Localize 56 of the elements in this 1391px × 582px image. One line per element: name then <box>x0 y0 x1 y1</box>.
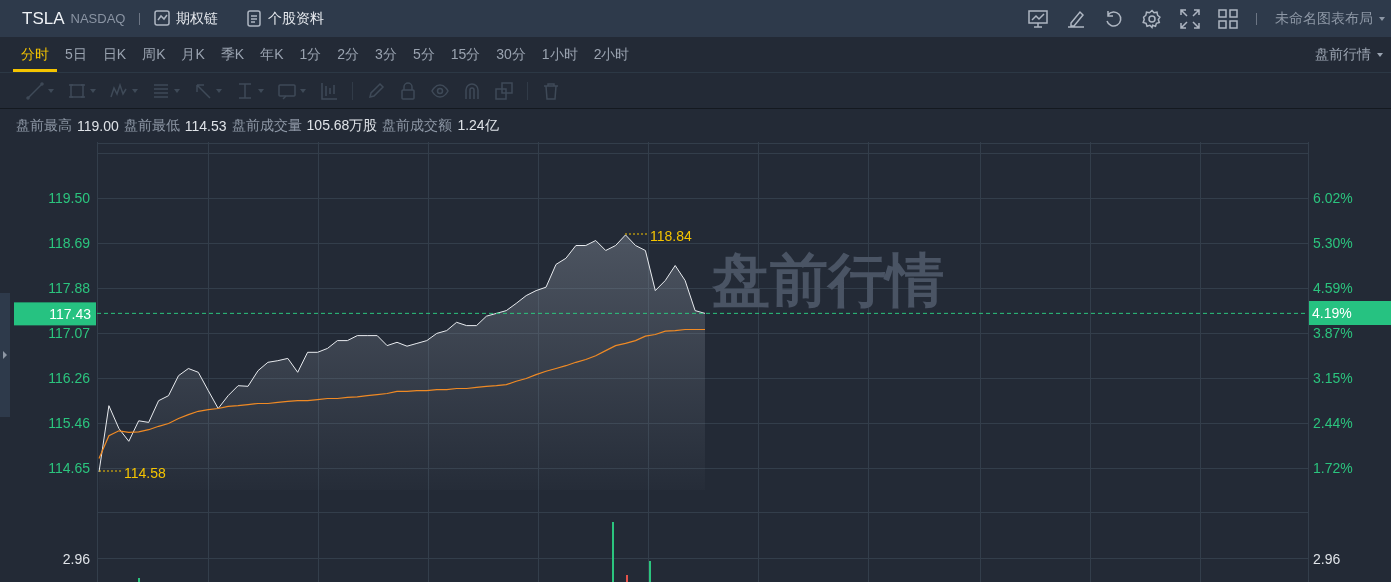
fullscreen-icon[interactable] <box>1180 8 1200 29</box>
price-tick: 114.65 <box>48 460 90 477</box>
stat-label: 盘前最低 <box>123 116 180 135</box>
monitor-chart-icon[interactable] <box>1028 8 1048 29</box>
timeframe-tab[interactable]: 2分 <box>329 37 368 72</box>
stat-label: 盘前成交额 <box>382 116 453 135</box>
exchange-name: NASDAQ <box>70 11 126 26</box>
timeframe-tab[interactable]: 1分 <box>291 37 330 72</box>
timeframe-tab[interactable]: 5日 <box>57 37 95 72</box>
stat-value: 114.53 <box>184 117 227 134</box>
percent-tick: 6.02% <box>1313 190 1353 206</box>
volume-tick: 2.96 <box>62 551 90 567</box>
document-icon <box>246 10 263 27</box>
grid-icon[interactable] <box>1218 8 1238 29</box>
timeframe-tab[interactable]: 3分 <box>367 37 405 72</box>
timeframe-tab[interactable]: 5分 <box>404 37 443 72</box>
refresh-icon[interactable] <box>1104 8 1124 29</box>
timeframe-tab[interactable]: 季K <box>212 37 253 72</box>
session-dropdown[interactable]: 盘前行情 <box>1315 37 1391 72</box>
current-change-label: 4.19% <box>1309 301 1391 325</box>
header-link[interactable]: 个股资料 <box>246 9 325 28</box>
stat-value: 1.24亿 <box>457 116 499 135</box>
price-tick: 119.50 <box>48 190 90 207</box>
timeframe-tab[interactable]: 周K <box>134 37 174 72</box>
volume-tick: 2.96 <box>1313 551 1341 567</box>
percent-tick: 3.87% <box>1313 325 1353 341</box>
stat-label: 盘前成交量 <box>231 116 302 135</box>
panel-toggle[interactable] <box>0 293 10 417</box>
price-tick: 116.26 <box>48 370 90 387</box>
header-link[interactable]: 期权链 <box>154 9 219 28</box>
timeframe-tab[interactable]: 2小时 <box>585 37 638 72</box>
percent-tick: 3.15% <box>1313 370 1353 386</box>
timeframe-tab[interactable]: 15分 <box>442 37 489 72</box>
ticker-symbol: TSLA <box>22 8 65 29</box>
percent-tick: 2.44% <box>1313 415 1353 431</box>
ref-line-label: 117.43 <box>49 306 92 323</box>
timeframe-tab[interactable]: 年K <box>252 37 292 72</box>
chart-doc-icon <box>154 10 171 27</box>
stat-label: 盘前最高 <box>16 116 72 135</box>
percent-tick: 5.30% <box>1313 235 1353 251</box>
settings-icon[interactable] <box>1142 8 1162 29</box>
current-price-label: 117.43 <box>14 302 96 326</box>
timeframe-tab[interactable]: 日K <box>94 37 135 72</box>
layout-dropdown[interactable]: 未命名图表布局 <box>1275 9 1385 28</box>
price-tick: 115.46 <box>48 415 90 431</box>
edit-icon[interactable] <box>1066 8 1086 29</box>
price-tick: 117.88 <box>48 280 90 297</box>
stat-value: 119.00 <box>77 117 119 134</box>
price-tick: 117.07 <box>48 325 90 342</box>
timeframe-tab[interactable]: 月K <box>173 37 213 72</box>
timeframe-tab[interactable]: 1小时 <box>533 37 586 72</box>
price-tick: 118.69 <box>48 235 90 252</box>
percent-tick: 4.59% <box>1313 280 1353 296</box>
stat-value: 105.68万股 <box>306 116 378 135</box>
percent-tick: 1.72% <box>1313 460 1353 476</box>
timeframe-tab[interactable]: 30分 <box>488 37 534 72</box>
